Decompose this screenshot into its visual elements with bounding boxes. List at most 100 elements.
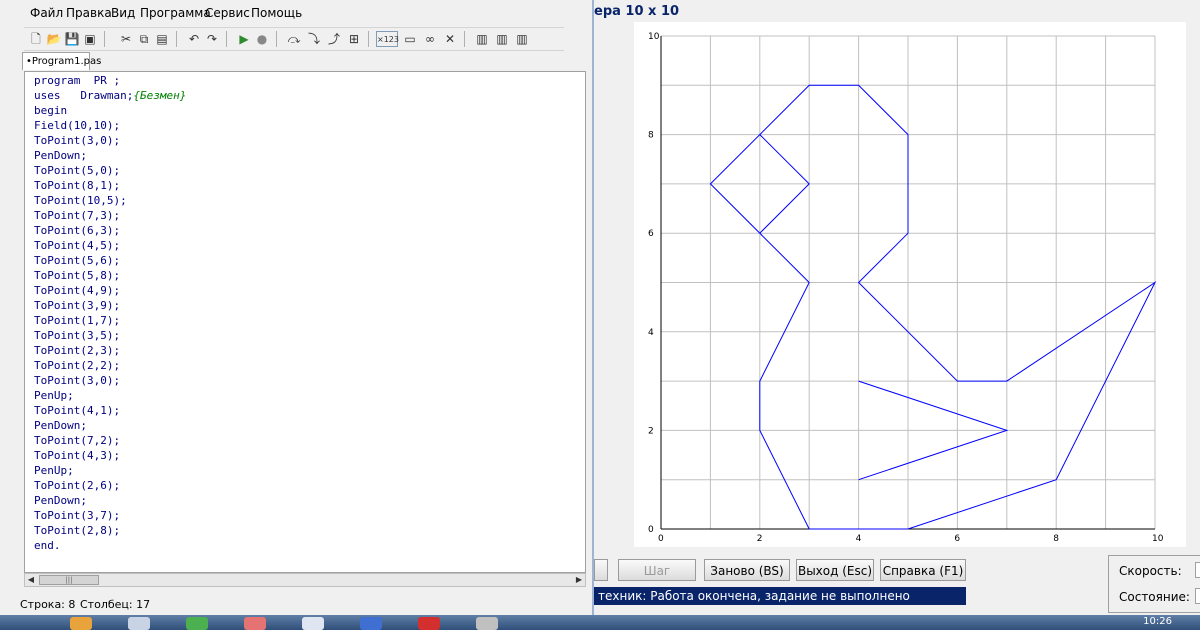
code-line: ToPoint(7,3); — [34, 208, 186, 223]
start-button[interactable] — [594, 559, 608, 581]
code-text: ToPoint(7,3); — [34, 209, 121, 222]
y-tick-label: 2 — [648, 426, 654, 436]
code-line: program PR ; — [34, 73, 186, 88]
speed-slider[interactable] — [1195, 562, 1200, 578]
step-button[interactable]: Шаг (Space) — [618, 559, 696, 600]
code-text: ToPoint(3,7); — [34, 509, 121, 522]
menu-file[interactable]: Файл — [30, 6, 63, 20]
clear-icon[interactable]: ✕ — [442, 31, 458, 47]
menu-program[interactable]: Программа — [140, 6, 211, 20]
open-folder-icon[interactable]: 📂 — [46, 31, 62, 47]
code-text: ToPoint(4,3); — [34, 449, 121, 462]
step-out-icon[interactable]: ⤴ — [326, 31, 342, 47]
y-tick-label: 4 — [648, 328, 654, 338]
taskbar-app-icon[interactable] — [302, 617, 324, 630]
code-text: ToPoint(3,9); — [34, 299, 121, 312]
code-lines: program PR ; uses Drawman;{Безмен} begin Fi… — [34, 73, 186, 553]
debug-icon[interactable]: ▥ — [514, 31, 530, 47]
horizontal-scrollbar[interactable]: ◀ ||| ▶ — [24, 573, 586, 587]
scroll-left-icon[interactable]: ◀ — [25, 574, 37, 586]
menu-service[interactable]: Сервис — [205, 6, 250, 20]
tab-program1[interactable]: •Program1.pas — [22, 52, 101, 70]
code-text: ToPoint(4,1); — [34, 404, 121, 417]
y-tick-label: 6 — [648, 229, 654, 239]
drawman-status: техник: Работа окончена, задание не выпо… — [594, 587, 966, 605]
taskbar-app-icon[interactable] — [476, 617, 498, 630]
code-keyword: end. — [34, 539, 61, 552]
save-all-icon[interactable]: ▣ — [82, 31, 98, 47]
code-keyword: uses — [34, 89, 61, 102]
window-icon[interactable]: ▭ — [402, 31, 418, 47]
compile-icon[interactable]: ▥ — [474, 31, 490, 47]
copy-icon[interactable]: ⧉ — [136, 31, 152, 47]
redo-icon[interactable]: ↷ — [204, 31, 220, 47]
code-line: ToPoint(2,3); — [34, 343, 186, 358]
run-icon[interactable]: ▶ — [236, 31, 252, 47]
code-line: ToPoint(4,5); — [34, 238, 186, 253]
compile-all-icon[interactable]: ▥ — [494, 31, 510, 47]
code-line: PenDown; — [34, 418, 186, 433]
code-text: ToPoint(5,6); — [34, 254, 121, 267]
col-indicator: Столбец: 17 — [80, 598, 151, 611]
code-text: PenUp; — [34, 389, 74, 402]
scroll-right-icon[interactable]: ▶ — [573, 574, 585, 586]
code-text: ToPoint(10,5); — [34, 194, 127, 207]
taskbar-app-icon[interactable] — [186, 617, 208, 630]
exit-button[interactable]: Выход (Esc) — [796, 559, 874, 581]
status-bar: Строка: 8 Столбец: 17 — [0, 594, 590, 614]
x-tick-label: 6 — [954, 534, 960, 544]
paste-icon[interactable]: ▤ — [154, 31, 170, 47]
y-tick-label: 0 — [648, 525, 654, 535]
code-text: Drawman; — [60, 89, 134, 102]
x-tick-label: 10 — [1152, 534, 1164, 544]
code-line: ToPoint(5,6); — [34, 253, 186, 268]
row-indicator: Строка: 8 — [20, 598, 76, 611]
glasses-icon[interactable]: ∞ — [422, 31, 438, 47]
taskbar-app-icon[interactable] — [70, 617, 92, 630]
stop-icon[interactable]: ● — [254, 31, 270, 47]
code-line: ToPoint(4,9); — [34, 283, 186, 298]
menu-view[interactable]: Вид — [111, 6, 135, 20]
code-text: ToPoint(4,5); — [34, 239, 121, 252]
code-text: ToPoint(4,9); — [34, 284, 121, 297]
code-line: ToPoint(2,2); — [34, 358, 186, 373]
code-text: PR ; — [80, 74, 121, 87]
new-file-icon[interactable]: 🗋 — [28, 31, 44, 47]
cut-icon[interactable]: ✂ — [118, 31, 134, 47]
taskbar-app-icon[interactable] — [418, 617, 440, 630]
taskbar-app-icon[interactable] — [360, 617, 382, 630]
code-line: ToPoint(3,9); — [34, 298, 186, 313]
code-line: uses Drawman;{Безмен} — [34, 88, 186, 103]
save-icon[interactable]: 💾 — [64, 31, 80, 47]
scrollbar-thumb[interactable]: ||| — [39, 575, 99, 585]
taskbar-app-icon[interactable] — [244, 617, 266, 630]
toolbar: 🗋 📂 💾 ▣ ✂ ⧉ ▤ ↶ ↷ ▶ ● ⤼ ⤵ ⤴ ⊞ ×123 ▭ ∞ ✕… — [24, 27, 564, 51]
code-text: ToPoint(2,6); — [34, 479, 121, 492]
code-text: ToPoint(3,0); — [34, 134, 121, 147]
code-comment: {Безмен} — [133, 89, 187, 102]
breakpoint-icon[interactable]: ⊞ — [346, 31, 362, 47]
code-line: begin — [34, 103, 186, 118]
step-over-icon[interactable]: ⤼ — [286, 31, 302, 47]
code-text: Field(10,10); — [34, 119, 121, 132]
drawman-field: 0 2 4 6 8 10 0 2 4 6 8 10 — [634, 22, 1186, 547]
watch-icon[interactable]: ×123 — [376, 31, 399, 47]
menu-help[interactable]: Помощь — [251, 6, 302, 20]
undo-icon[interactable]: ↶ — [186, 31, 202, 47]
step-into-icon[interactable]: ⤵ — [306, 31, 322, 47]
state-label: Состояние: — [1119, 590, 1190, 604]
taskbar-app-icon[interactable] — [128, 617, 150, 630]
code-line: end. — [34, 538, 186, 553]
code-editor[interactable]: program PR ; uses Drawman;{Безмен} begin Fi… — [24, 71, 586, 573]
code-keyword: program — [34, 74, 81, 87]
code-line: ToPoint(8,1); — [34, 178, 186, 193]
code-keyword: begin — [34, 104, 68, 117]
menu-edit[interactable]: Правка — [66, 6, 112, 20]
code-line: ToPoint(6,3); — [34, 223, 186, 238]
code-text: ToPoint(5,8); — [34, 269, 121, 282]
restart-button[interactable]: Заново (BS) — [704, 559, 790, 581]
code-line: ToPoint(5,0); — [34, 163, 186, 178]
help-button[interactable]: Справка (F1) — [880, 559, 966, 581]
code-text: ToPoint(3,0); — [34, 374, 121, 387]
state-indicator — [1195, 588, 1200, 604]
